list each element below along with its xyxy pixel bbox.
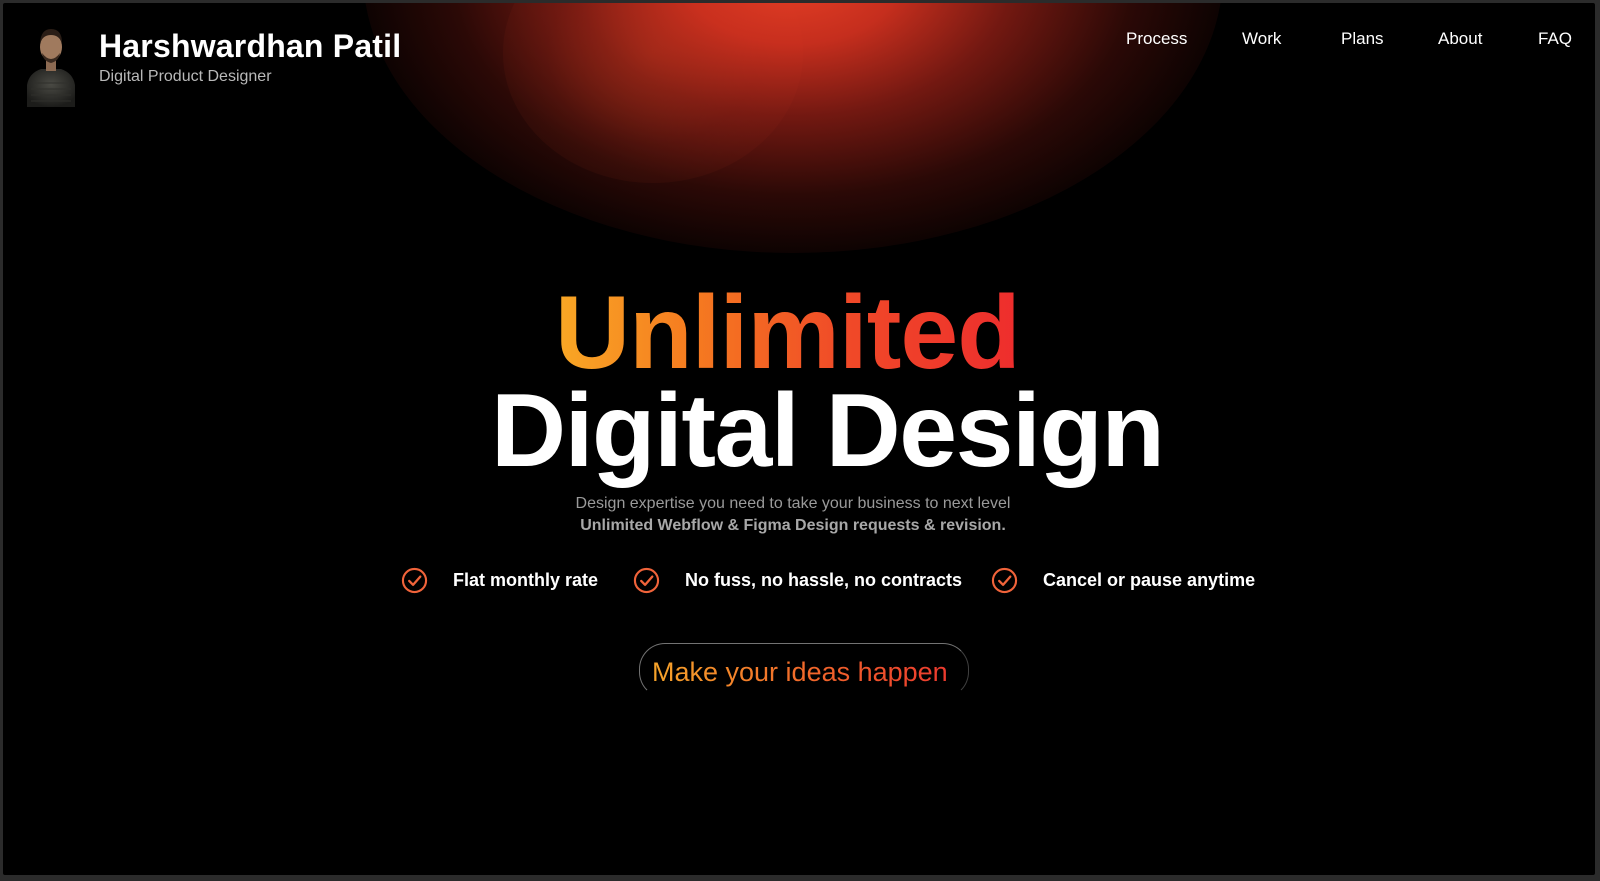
hero-subtitle: Design expertise you need to take your b…	[575, 495, 1011, 512]
feature-item: Flat monthly rate	[401, 565, 598, 595]
brand-name: Harshwardhan Patil	[99, 28, 402, 64]
check-circle-icon	[401, 567, 428, 593]
brand-role: Digital Product Designer	[99, 68, 272, 85]
brand[interactable]: Harshwardhan Patil Digital Product Desig…	[23, 23, 401, 107]
feature-label: No fuss, no hassle, no contracts	[685, 569, 963, 590]
feature-label: Cancel or pause anytime	[1043, 569, 1256, 590]
cta-label: Make your ideas happen	[652, 657, 948, 687]
feature-item: Cancel or pause anytime	[991, 565, 1255, 595]
nav-item-plans[interactable]: Plans	[1341, 27, 1384, 51]
browser-frame: Harshwardhan Patil Digital Product Desig…	[0, 0, 1600, 881]
avatar	[23, 23, 79, 107]
cta-button[interactable]: Make your ideas happen	[639, 643, 969, 698]
check-circle-icon	[991, 567, 1018, 593]
feature-item: No fuss, no hassle, no contracts	[633, 565, 962, 595]
nav-item-about[interactable]: About	[1438, 27, 1482, 51]
hero-subtitle-strong: Unlimited Webflow & Figma Design request…	[580, 517, 1006, 534]
nav-item-faq[interactable]: FAQ	[1538, 27, 1572, 51]
check-circle-icon	[633, 567, 660, 593]
nav-item-work[interactable]: Work	[1242, 27, 1281, 51]
brand-text: Harshwardhan Patil Digital Product Desig…	[99, 26, 401, 88]
hero-title-main: Digital Design	[491, 373, 1165, 489]
page-viewport: Harshwardhan Patil Digital Product Desig…	[3, 3, 1595, 875]
feature-label: Flat monthly rate	[453, 569, 599, 590]
avatar-portrait-icon	[27, 29, 75, 107]
nav-item-process[interactable]: Process	[1126, 27, 1187, 51]
